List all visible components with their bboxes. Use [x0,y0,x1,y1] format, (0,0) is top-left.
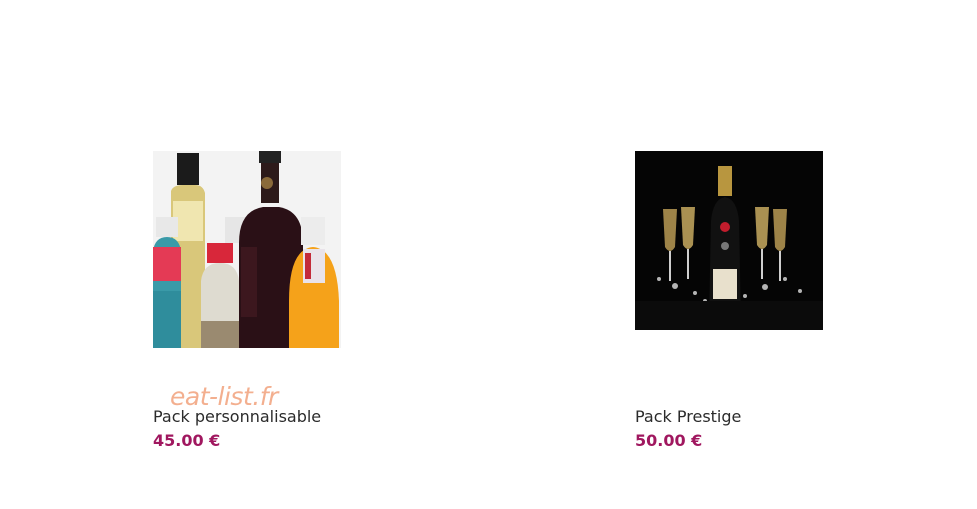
product-price: 50.00 € [635,431,703,450]
product-grid: Pack personnalisable 45.00 € Pack Presti… [0,0,977,509]
product-name[interactable]: Pack personnalisable [153,407,321,426]
product-name[interactable]: Pack Prestige [635,407,741,426]
champagne-bottle-glasses-image [635,151,823,330]
product-image-link[interactable] [635,151,823,330]
assorted-bottles-image [153,151,341,348]
product-price: 45.00 € [153,431,221,450]
product-card[interactable]: Pack personnalisable 45.00 € [153,151,453,450]
product-image-link[interactable] [153,151,341,348]
product-card[interactable]: Pack Prestige 50.00 € [635,151,935,450]
